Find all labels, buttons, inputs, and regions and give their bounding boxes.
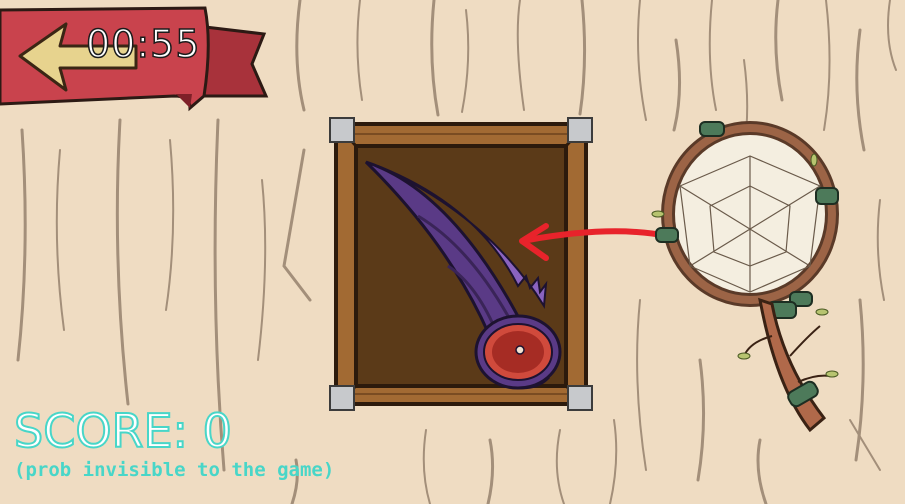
item-crate[interactable] — [328, 116, 594, 412]
catch-net[interactable] — [640, 116, 850, 436]
timer-display: 00:55 — [85, 21, 201, 67]
score-note: (prob invisible to the game) — [14, 459, 335, 481]
game-scene: 00:55 SCORE: 0 (prob invisible to the ga… — [0, 0, 905, 504]
score-display: SCORE: 0 — [13, 404, 233, 458]
purple-horn-icon[interactable] — [358, 156, 578, 396]
dream-net-icon — [651, 121, 839, 433]
